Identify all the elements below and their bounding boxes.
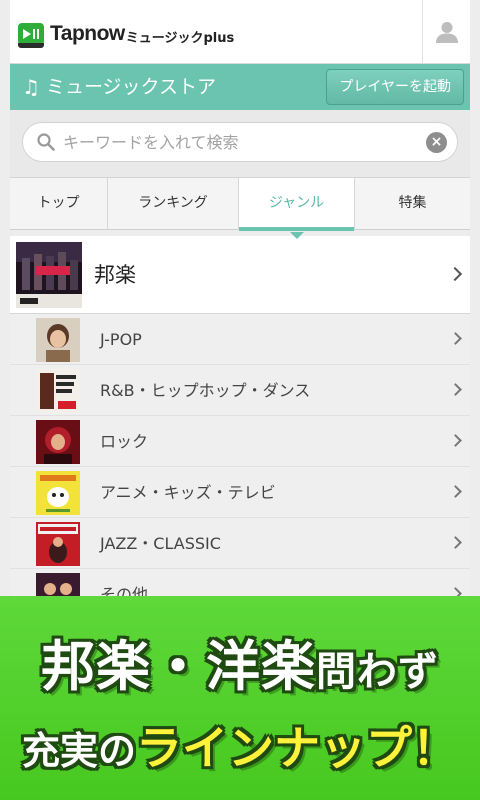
jazz-classic-thumbnail [36, 522, 80, 566]
genre-thumbnail [16, 242, 82, 308]
chevron-right-icon [449, 485, 462, 498]
genre-title: 邦楽 [94, 263, 136, 287]
tab-genre[interactable]: ジャンル [239, 178, 355, 239]
search-area: × [10, 110, 470, 178]
store-header: ♫ ミュージックストア プレイヤーを起動 [10, 64, 470, 110]
promo-banner: 邦楽・洋楽問わず 充実のラインナップ！ [0, 596, 480, 800]
user-icon [435, 22, 458, 43]
tab-ranking[interactable]: ランキング [108, 178, 239, 230]
list-item[interactable]: ロック [10, 416, 470, 467]
search-icon [37, 133, 55, 151]
promo-line2-lead: 充実の [21, 729, 136, 773]
list-item[interactable]: アニメ・キッズ・テレビ [10, 467, 470, 518]
list-item[interactable]: JAZZ・CLASSIC [10, 518, 470, 569]
genre-header-row[interactable]: 邦楽 [10, 236, 470, 314]
rnb-thumbnail [36, 369, 80, 413]
jpop-thumbnail [36, 318, 80, 362]
subgenre-list: J-POP R&B・ヒップホップ・ダンス ロック アニメ・キッズ・テレビ JAZ… [10, 314, 470, 620]
subgenre-label: JAZZ・CLASSIC [100, 534, 221, 553]
anime-thumbnail [36, 471, 80, 515]
music-note-icon: ♫ [22, 75, 40, 99]
clear-search-icon[interactable]: × [426, 132, 447, 153]
promo-text: 邦楽・洋楽問わず 充実のラインナップ！ [12, 616, 468, 788]
user-button[interactable] [422, 0, 470, 64]
logo-suffix: ミュージックplus [125, 30, 235, 46]
app-logo[interactable]: Tapnow ミュージックplus [18, 22, 235, 48]
subgenre-label: アニメ・キッズ・テレビ [100, 483, 276, 502]
promo-headline: 邦楽・洋楽問わず [12, 622, 468, 701]
list-item[interactable]: R&B・ヒップホップ・ダンス [10, 365, 470, 416]
subgenre-label: ロック [100, 432, 149, 451]
logo-text: Tapnow [50, 22, 125, 45]
promo-line1-main: 邦楽・洋楽 [41, 635, 316, 698]
promo-line1-tail: 問わず [316, 649, 439, 695]
chevron-right-icon [449, 383, 462, 396]
list-item[interactable]: J-POP [10, 314, 470, 365]
launch-player-button[interactable]: プレイヤーを起動 [326, 69, 464, 105]
app-bar: Tapnow ミュージックplus [10, 0, 470, 64]
play-logo-icon [18, 23, 44, 48]
chevron-right-icon [449, 332, 462, 345]
tab-top[interactable]: トップ [10, 178, 108, 230]
tab-special[interactable]: 特集 [355, 178, 470, 230]
store-title-text: ミュージックストア [45, 76, 216, 98]
search-input[interactable] [63, 123, 403, 161]
rock-thumbnail [36, 420, 80, 464]
chevron-right-icon [449, 434, 462, 447]
promo-subline: 充実のラインナップ！ [12, 712, 468, 778]
search-box[interactable]: × [22, 122, 458, 162]
tab-bar: トップ ランキング ジャンル 特集 [10, 178, 470, 239]
subgenre-label: J-POP [100, 330, 142, 349]
chevron-right-icon [449, 536, 462, 549]
logo-sub-bar [18, 43, 44, 48]
subgenre-label: R&B・ヒップホップ・ダンス [100, 381, 311, 400]
chevron-right-icon [447, 266, 463, 282]
store-title: ♫ ミュージックストア [22, 64, 216, 110]
promo-line2-main: ラインナップ！ [136, 721, 458, 775]
